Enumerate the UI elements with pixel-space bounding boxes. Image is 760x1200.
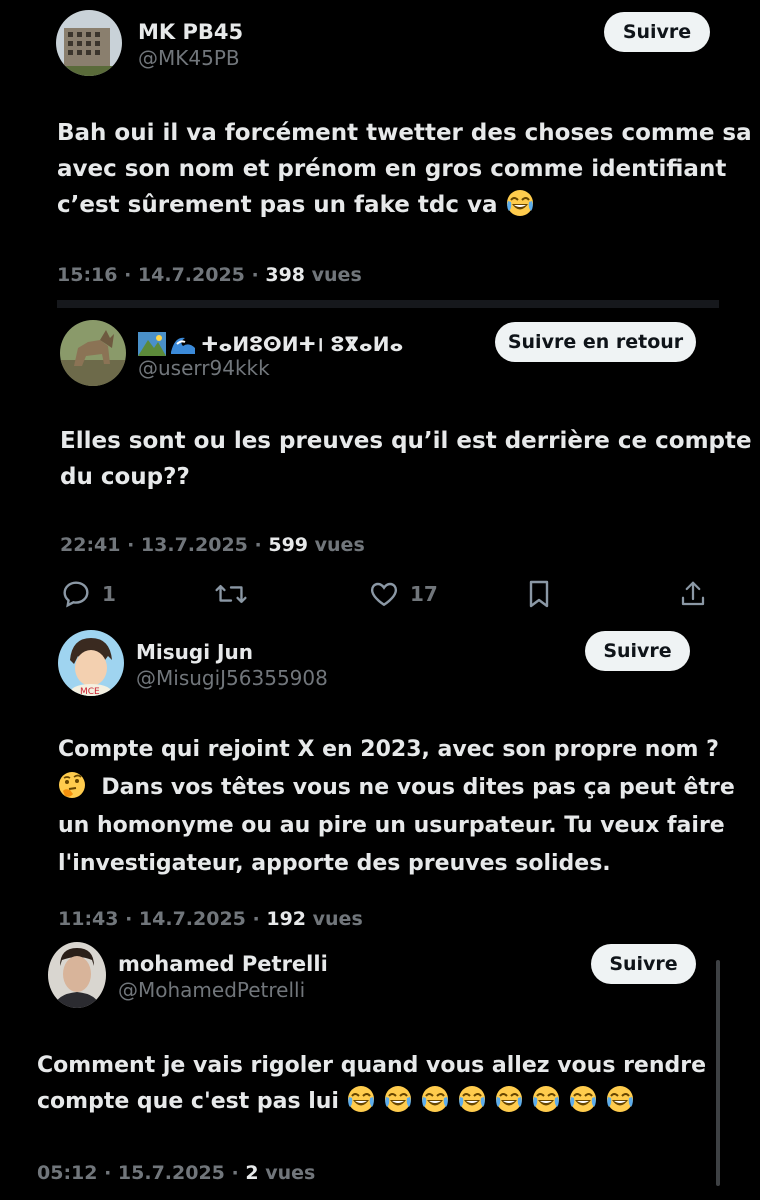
post-text-line: l'investigateur, apporte des preuves sol… xyxy=(58,851,611,876)
scrollbar[interactable] xyxy=(716,960,720,1186)
retweet-button[interactable] xyxy=(214,578,258,610)
view-label: vues xyxy=(258,1162,316,1184)
share-icon xyxy=(681,581,705,606)
post-text: Bah oui il va forcément twetter des chos… xyxy=(57,115,752,223)
author-handle[interactable]: @MisugiJ56355908 xyxy=(136,666,328,690)
view-count: 398 xyxy=(265,264,306,286)
thinking-face-icon xyxy=(58,771,86,799)
author-handle[interactable]: @MohamedPetrelli xyxy=(118,978,305,1002)
share-button[interactable] xyxy=(678,578,708,610)
author-handle[interactable]: @MK45PB xyxy=(138,46,240,70)
post-meta: 15:16 · 14.7.2025 · 398 vues xyxy=(57,264,362,286)
bookmark-button[interactable] xyxy=(524,578,554,610)
bookmark-icon xyxy=(529,580,549,608)
post-mk-pb45: MK PB45 @MK45PB Suivre Bah oui il va for… xyxy=(0,0,760,300)
face-with-tears-of-joy-icon xyxy=(457,1085,486,1113)
view-count: 2 xyxy=(245,1162,259,1184)
avatar[interactable]: MCE xyxy=(58,630,124,696)
post-text-line: Compte qui rejoint X en 2023, avec son p… xyxy=(58,737,719,762)
water-wave-icon xyxy=(169,331,197,356)
avatar[interactable] xyxy=(60,320,126,386)
post-text-line-with-emoji: compte que c'est pas lui xyxy=(37,1084,706,1120)
post-text-line-with-emoji: c’est sûrement pas un fake tdc va xyxy=(57,187,752,223)
reply-icon xyxy=(63,581,89,608)
face-with-tears-of-joy-icon xyxy=(346,1085,375,1113)
author-name: ⵜⴰⵍⵓⵙⵍⵜ। ⵓⴳⴰⵍⴰ xyxy=(201,332,404,356)
post-text-line: un homonyme ou au pire un usurpateur. Tu… xyxy=(58,813,725,838)
retweet-icon xyxy=(215,584,247,604)
post-meta: 11:43 · 14.7.2025 · 192 vues xyxy=(58,908,363,930)
author-name[interactable]: Misugi Jun xyxy=(136,640,253,664)
view-count: 599 xyxy=(268,534,309,556)
section-divider xyxy=(57,300,719,308)
avatar[interactable] xyxy=(56,10,122,76)
view-label: vues xyxy=(308,534,365,556)
svg-text:MCE: MCE xyxy=(80,687,100,696)
follow-back-button[interactable]: Suivre en retour xyxy=(495,322,696,362)
post-text-line-with-emoji: Dans vos têtes vous ne vous dites pas ça… xyxy=(58,769,735,807)
portrait-photo-avatar-icon xyxy=(48,942,106,1008)
post-text: Compte qui rejoint X en 2023, avec son p… xyxy=(58,731,735,883)
post-misugi-jun: MCE Misugi Jun @MisugiJ56355908 Suivre C… xyxy=(0,624,760,940)
follow-button[interactable]: Suivre xyxy=(604,12,710,52)
view-label: vues xyxy=(305,264,362,286)
post-meta: 22:41 · 13.7.2025 · 599 vues xyxy=(60,534,365,556)
post-text-line: Dans vos têtes vous ne vous dites pas ça… xyxy=(101,775,735,800)
follow-button[interactable]: Suivre xyxy=(585,631,690,671)
follow-button[interactable]: Suivre xyxy=(591,944,696,984)
author-name[interactable]: MK PB45 xyxy=(138,20,243,44)
avatar[interactable] xyxy=(48,942,106,1008)
timestamp[interactable]: 15:16 · 14.7.2025 · xyxy=(57,264,265,286)
face-with-tears-of-joy-icon xyxy=(531,1085,560,1113)
face-with-tears-of-joy-icon xyxy=(505,189,534,217)
post-text-line: Comment je vais rigoler quand vous allez… xyxy=(37,1053,707,1078)
timestamp[interactable]: 22:41 · 13.7.2025 · xyxy=(60,534,268,556)
heart-icon xyxy=(370,582,398,607)
post-text-line: compte que c'est pas lui xyxy=(37,1089,339,1114)
face-with-tears-of-joy-icon xyxy=(494,1085,523,1113)
post-text-line: c’est sûrement pas un fake tdc va xyxy=(57,192,498,218)
like-button[interactable]: 17 xyxy=(368,578,438,610)
author-name-with-emoji[interactable]: ⵜⴰⵍⵓⵙⵍⵜ। ⵓⴳⴰⵍⴰ xyxy=(138,330,403,357)
post-meta: 05:12 · 15.7.2025 · 2 vues xyxy=(37,1162,315,1184)
view-count: 192 xyxy=(266,908,307,930)
face-with-tears-of-joy-icon xyxy=(420,1085,449,1113)
building-photo-avatar-icon xyxy=(56,10,122,76)
author-handle[interactable]: @userr94kkk xyxy=(138,356,270,380)
reply-button[interactable]: 1 xyxy=(60,578,116,610)
face-with-tears-of-joy-icon xyxy=(568,1085,597,1113)
timestamp[interactable]: 11:43 · 14.7.2025 · xyxy=(58,908,266,930)
reply-count: 1 xyxy=(102,582,116,606)
anime-character-avatar-icon: MCE xyxy=(58,630,124,696)
post-text-line: avec son nom et prénom en gros comme ide… xyxy=(57,156,727,182)
post-text: Elles sont ou les preuves qu’il est derr… xyxy=(60,423,752,495)
action-bar: 1 17 xyxy=(0,578,760,618)
post-text-line: Elles sont ou les preuves qu’il est derr… xyxy=(60,428,752,454)
post-mohamed-petrelli: mohamed Petrelli @MohamedPetrelli Suivre… xyxy=(0,936,760,1200)
national-park-icon xyxy=(138,331,166,356)
timestamp[interactable]: 05:12 · 15.7.2025 · xyxy=(37,1162,245,1184)
post-text: Comment je vais rigoler quand vous allez… xyxy=(37,1048,706,1120)
view-label: vues xyxy=(306,908,363,930)
face-with-tears-of-joy-icon xyxy=(605,1085,634,1113)
post-text-line: Bah oui il va forcément twetter des chos… xyxy=(57,120,752,146)
face-with-tears-of-joy-icon xyxy=(383,1085,412,1113)
post-text-line: du coup?? xyxy=(60,464,190,490)
like-count: 17 xyxy=(410,582,438,606)
post-userr94kkk: ⵜⴰⵍⵓⵙⵍⵜ। ⵓⴳⴰⵍⴰ @userr94kkk Suivre en ret… xyxy=(0,310,760,620)
wolf-photo-avatar-icon xyxy=(60,320,126,386)
author-name[interactable]: mohamed Petrelli xyxy=(118,952,328,976)
